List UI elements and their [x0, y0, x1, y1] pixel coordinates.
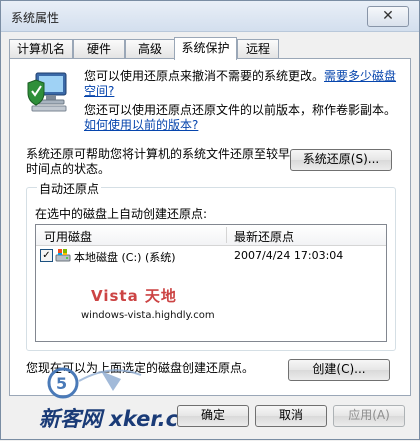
close-button[interactable]: ✕	[367, 6, 409, 27]
tab-system-protection[interactable]: 系统保护	[174, 37, 237, 60]
watermark-url: windows-vista.highdly.com	[81, 310, 215, 321]
previous-versions-text: 您还可以使用还原点还原文件的以前版本，称作卷影副本。	[84, 103, 397, 117]
tab-remote[interactable]: 远程	[237, 39, 279, 58]
system-restore-button[interactable]: 系统还原(S)...	[290, 149, 392, 171]
apply-button[interactable]: 应用(A)	[333, 405, 405, 427]
auto-restore-points-group: 自动还原点 在选中的磁盘上自动创建还原点: 可用磁盘 最新还原点 ✓ 本地磁盘 …	[26, 180, 396, 351]
system-protection-panel: 您可以使用还原点来撤消不需要的系统更改。需要多少磁盘空间? 您还可以使用还原点还…	[9, 58, 411, 396]
disk-list[interactable]: 可用磁盘 最新还原点 ✓ 本地磁盘 (C:) (系统) 2007/4/24 17…	[35, 224, 387, 342]
column-separator	[226, 227, 227, 243]
disk-latest-restore: 2007/4/24 17:03:04	[234, 249, 344, 262]
disk-list-header: 可用磁盘 最新还原点	[36, 225, 386, 246]
title-bar: 系统属性 ✕	[1, 1, 419, 32]
group-description: 在选中的磁盘上自动创建还原点:	[35, 207, 208, 221]
disk-name: 本地磁盘 (C:) (系统)	[74, 251, 176, 264]
tab-advanced[interactable]: 高级	[125, 39, 175, 58]
watermark-title: Vista 天地	[91, 287, 177, 305]
previous-versions-link[interactable]: 如何使用以前的版本?	[84, 118, 198, 132]
disk-row[interactable]: ✓ 本地磁盘 (C:) (系统) 2007/4/24 17:03:04	[36, 247, 386, 265]
cancel-button[interactable]: 取消	[255, 405, 327, 427]
window-title: 系统属性	[11, 11, 60, 25]
system-restore-description: 系统还原可帮助您将计算机的系统文件还原至较早时间点的状态。	[26, 147, 291, 176]
disk-checkbox[interactable]: ✓	[40, 249, 53, 262]
group-label: 自动还原点	[37, 180, 102, 197]
tab-hardware[interactable]: 硬件	[73, 39, 125, 58]
ok-button[interactable]: 确定	[177, 405, 249, 427]
column-latest-restore-point[interactable]: 最新还原点	[234, 228, 294, 245]
close-icon: ✕	[382, 8, 394, 24]
intro-paragraph: 您可以使用还原点来撤消不需要的系统更改。需要多少磁盘空间?	[84, 69, 404, 99]
system-properties-window: 系统属性 ✕ 计算机名 硬件 高级 系统保护 远程 您可以使用还原点来撤消不需要…	[0, 0, 420, 440]
create-button[interactable]: 创建(C)...	[288, 359, 390, 381]
column-available-disks[interactable]: 可用磁盘	[44, 228, 92, 245]
previous-versions-paragraph: 您还可以使用还原点还原文件的以前版本，称作卷影副本。如何使用以前的版本?	[84, 103, 404, 133]
create-description: 您现在可以为上面选定的磁盘创建还原点。	[26, 361, 255, 375]
computer-shield-icon	[27, 72, 67, 112]
local-disk-icon	[55, 249, 71, 262]
tab-computer-name[interactable]: 计算机名	[9, 39, 73, 58]
intro-text: 您可以使用还原点来撤消不需要的系统更改。	[84, 69, 325, 83]
